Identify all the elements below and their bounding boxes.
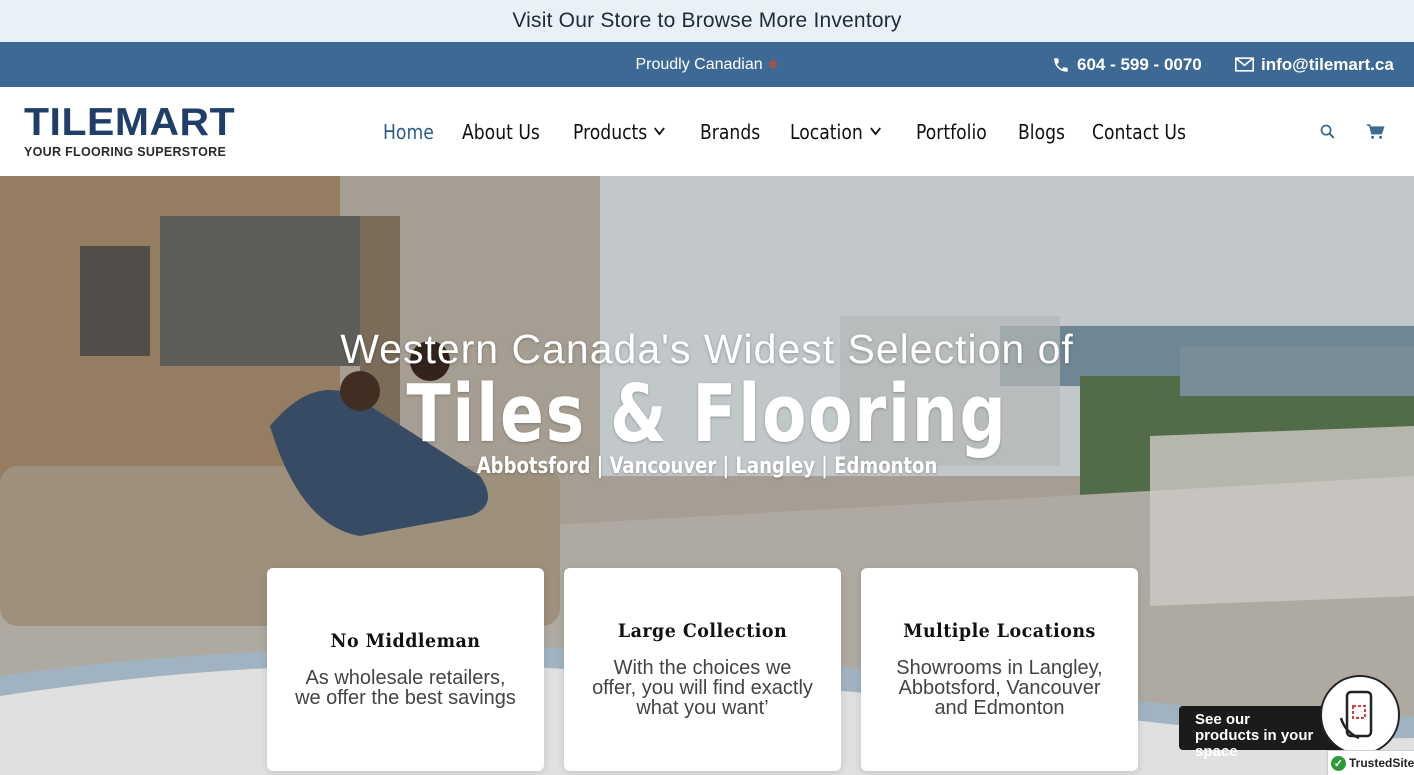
phone-link[interactable]: 604 - 599 - 0070 bbox=[1052, 42, 1202, 87]
phone-ar-icon[interactable] bbox=[1337, 688, 1383, 742]
feature-title: No Middleman bbox=[330, 630, 481, 652]
cart-button[interactable] bbox=[1366, 87, 1385, 176]
feature-text: As wholesale retailers, we offer the bes… bbox=[295, 667, 516, 709]
main-header: TILEMART YOUR FLOORING SUPERSTORE Home A… bbox=[0, 87, 1414, 176]
hero-title: Tiles & Flooring bbox=[406, 368, 1008, 460]
feature-card-multiple-locations: Multiple Locations Showrooms in Langley,… bbox=[861, 568, 1138, 771]
feature-text: With the choices we offer, you will find… bbox=[592, 657, 813, 719]
hero-subtitle: Western Canada's Widest Selection of bbox=[340, 326, 1074, 372]
chevron-down-icon[interactable] bbox=[869, 127, 881, 136]
nav-home[interactable]: Home bbox=[383, 120, 434, 144]
top-contact-bar: Proudly Canadian ❄ 604 - 599 - 0070 info… bbox=[0, 42, 1414, 87]
nav-location[interactable]: Location bbox=[790, 120, 881, 144]
check-icon: ✓ bbox=[1331, 755, 1346, 771]
mail-icon bbox=[1235, 57, 1254, 72]
ar-view-label[interactable]: See our products in your space bbox=[1195, 712, 1315, 760]
feature-text: Showrooms in Langley, Abbotsford, Vancou… bbox=[896, 657, 1103, 719]
nav-contact-us[interactable]: Contact Us bbox=[1092, 120, 1186, 144]
maple-leaf-icon: ❄ bbox=[767, 56, 779, 72]
trustedsite-badge[interactable]: ✓ TrustedSite bbox=[1327, 750, 1414, 775]
nav-about-us[interactable]: About Us bbox=[462, 120, 540, 144]
announcement-bar[interactable]: Visit Our Store to Browse More Inventory bbox=[0, 0, 1414, 42]
chevron-down-icon[interactable] bbox=[653, 127, 665, 136]
feature-title: Large Collection bbox=[617, 620, 788, 642]
search-button[interactable] bbox=[1319, 87, 1336, 176]
proudly-canadian: Proudly Canadian ❄ bbox=[635, 55, 779, 73]
site-logo[interactable]: TILEMART YOUR FLOORING SUPERSTORE bbox=[24, 103, 235, 160]
main-nav: Home About Us Products Brands Location P… bbox=[383, 87, 1222, 176]
feature-card-large-collection: Large Collection With the choices we off… bbox=[564, 568, 841, 771]
feature-title: Multiple Locations bbox=[903, 620, 1096, 642]
email-link[interactable]: info@tilemart.ca bbox=[1235, 42, 1394, 87]
logo-tagline: YOUR FLOORING SUPERSTORE bbox=[24, 145, 227, 159]
ar-view-launcher[interactable] bbox=[1320, 675, 1400, 755]
nav-portfolio[interactable]: Portfolio bbox=[916, 120, 987, 144]
phone-icon bbox=[1054, 57, 1068, 72]
logo-brand[interactable]: TILEMART bbox=[24, 103, 236, 143]
announcement-text[interactable]: Visit Our Store to Browse More Inventory bbox=[512, 9, 901, 33]
nav-blogs[interactable]: Blogs bbox=[1018, 120, 1065, 144]
hero-locations: Abbotsford | Vancouver | Langley | Edmon… bbox=[476, 454, 938, 479]
search-icon[interactable] bbox=[1319, 123, 1336, 140]
cart-icon[interactable] bbox=[1366, 123, 1385, 140]
nav-products[interactable]: Products bbox=[573, 120, 665, 144]
nav-brands[interactable]: Brands bbox=[700, 120, 760, 144]
feature-card-no-middleman: No Middleman As wholesale retailers, we … bbox=[267, 568, 544, 771]
